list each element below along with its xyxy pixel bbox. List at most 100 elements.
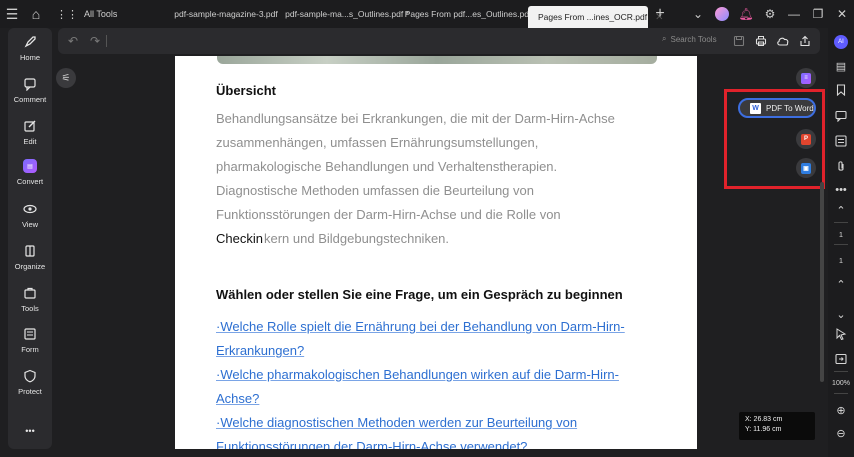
question-link[interactable]: ·Welche pharmakologischen Behandlungen w… [216, 363, 666, 387]
question-link[interactable]: Achse? [216, 387, 666, 411]
paragraph-line: Diagnostische Methoden umfassen die Beur… [216, 183, 534, 198]
ocr-overlay-text[interactable]: Checkin [216, 231, 264, 246]
edit-icon [22, 118, 38, 134]
question-heading: Wählen oder stellen Sie eine Frage, um e… [216, 287, 623, 302]
new-tab-icon[interactable]: + [648, 0, 672, 28]
search-icon: ⌕ [662, 34, 667, 43]
avatar[interactable] [710, 0, 734, 28]
tab-document-1[interactable]: pdf-sample-magazine-3.pdf [166, 3, 286, 25]
divider [834, 222, 848, 223]
chevron-down-icon[interactable]: ⌄ [686, 0, 710, 28]
undo-icon[interactable]: ↶ [62, 28, 84, 54]
convert-icon: ▤ [22, 158, 38, 174]
ai-assistant-fab[interactable]: ≡ [796, 68, 816, 88]
sidebar-more-button[interactable]: ••• [8, 426, 52, 436]
sidebar-item-label: Edit [23, 137, 37, 146]
vertical-scrollbar[interactable] [820, 182, 824, 382]
all-tools-label: All Tools [84, 9, 118, 19]
close-window-icon[interactable]: ✕ [830, 0, 854, 28]
pdf-page: Übersicht Behandlungsansätze bei Erkrank… [175, 56, 697, 449]
hamburger-menu-icon[interactable]: ☰ [0, 0, 24, 28]
bookmark-icon[interactable] [828, 80, 854, 100]
page-up-chevron-icon[interactable]: ⌃ [828, 274, 854, 294]
tab-document-4-active[interactable]: Pages From ...ines_OCR.pdf ✕ [528, 6, 664, 28]
print-icon[interactable] [750, 28, 772, 54]
suggested-questions: ·Welche Rolle spielt die Ernährung bei d… [216, 315, 666, 449]
comments-panel-icon[interactable] [828, 106, 854, 126]
ai-icon[interactable]: AI [828, 32, 854, 52]
sidebar-item-label: Tools [21, 304, 39, 313]
powerpoint-icon: P [801, 133, 811, 145]
total-pages: 1 [838, 256, 844, 265]
sidebar-item-view[interactable]: View [8, 201, 52, 229]
current-page-number[interactable]: 1 [828, 230, 854, 239]
word-icon: W [750, 102, 761, 114]
page-down-chevron-icon[interactable]: ⌄ [828, 304, 854, 324]
coord-x: X: 26.83 cm [745, 416, 783, 423]
select-cursor-icon[interactable] [828, 324, 854, 344]
more-icon: ••• [25, 426, 35, 436]
save-icon[interactable] [728, 28, 750, 54]
settings-gear-icon[interactable]: ⚙ [758, 0, 782, 28]
sidebar-item-comment[interactable]: Comment [8, 76, 52, 104]
thumbnails-icon[interactable]: ▤ [828, 56, 854, 76]
paragraph-line: pharmakologische Behandlungen und Verhal… [216, 159, 558, 174]
redo-icon[interactable]: ↷ [84, 28, 106, 54]
cursor-coordinates: X: 26.83 cm Y: 11.96 cm [739, 412, 815, 440]
attachment-icon[interactable] [828, 156, 854, 176]
sidebar-item-label: Convert [16, 177, 44, 186]
restore-window-icon[interactable]: ❐ [806, 0, 830, 28]
home-icon[interactable]: ⌂ [24, 0, 48, 28]
search-tools-field[interactable]: ⌕ Search Tools [662, 34, 717, 44]
paragraph-line: zusammenhängen, umfassen Ernährungsumste… [216, 135, 539, 150]
zoom-out-icon[interactable]: ⊖ [828, 423, 854, 443]
tab-document-2[interactable]: pdf-sample-ma...s_Outlines.pdf * [285, 3, 409, 25]
chevron-up-icon[interactable]: ⌃ [828, 200, 854, 220]
adjust-filter-icon[interactable]: ⚟ [56, 68, 76, 88]
tab-document-3[interactable]: Pages From pdf...es_Outlines.pdf [405, 3, 532, 25]
notification-bell-icon[interactable]: 🔔︎ [734, 0, 758, 28]
more-options-icon[interactable]: ••• [828, 180, 854, 200]
pdf-to-word-button[interactable]: W PDF To Word [738, 98, 816, 118]
zoom-in-icon[interactable]: ⊕ [828, 400, 854, 420]
grid-icon: ⋮⋮ [56, 8, 78, 21]
minimize-icon[interactable]: — [782, 0, 806, 28]
body-paragraph: Behandlungsansätze bei Erkrankungen, die… [216, 107, 661, 251]
right-panel: AI ▤ ••• ⌃ 1 1 ⌃ ⌄ 100% ⊕ ⊖ [828, 28, 854, 457]
zoom-level[interactable]: 100% [828, 380, 854, 387]
search-tools-label: Search Tools [670, 34, 717, 44]
top-toolbar: ↶ ↷ ⌕ Search Tools [58, 28, 820, 54]
fields-icon[interactable] [828, 131, 854, 151]
question-link[interactable]: Funktionsstörungen der Darm-Hirn-Achse v… [216, 435, 666, 449]
cloud-upload-icon[interactable] [772, 28, 794, 54]
form-icon [22, 326, 38, 342]
pdf-to-word-label: PDF To Word [766, 103, 814, 113]
share-icon[interactable] [794, 28, 816, 54]
coord-y: Y: 11.96 cm [745, 426, 782, 433]
question-link[interactable]: Erkrankungen? [216, 339, 666, 363]
fit-page-icon[interactable] [828, 349, 854, 369]
sidebar-item-label: Home [19, 53, 40, 62]
page-image-strip [217, 56, 657, 64]
sidebar-item-label: Protect [18, 387, 42, 396]
all-tools-button[interactable]: ⋮⋮ All Tools [48, 8, 166, 21]
sidebar-item-organize[interactable]: Organize [8, 243, 52, 271]
pdf-to-powerpoint-button[interactable]: P [796, 129, 816, 149]
sidebar-item-convert[interactable]: ▤ Convert [8, 158, 52, 186]
sidebar-item-tools[interactable]: Tools [8, 285, 52, 313]
organize-icon [22, 243, 38, 259]
paragraph-line: kern und Bildgebungstechniken. [264, 231, 450, 246]
sidebar-item-home[interactable]: Home [8, 34, 52, 62]
sidebar-item-label: Form [21, 345, 39, 354]
paragraph-line: Behandlungsansätze bei Erkrankungen, die… [216, 111, 615, 126]
rocket-icon [22, 34, 38, 50]
left-sidebar: Home Comment Edit ▤ Convert View Organiz… [8, 28, 52, 449]
sidebar-item-edit[interactable]: Edit [8, 118, 52, 146]
pdf-to-image-button[interactable]: ▣ [796, 158, 816, 178]
sidebar-item-protect[interactable]: Protect [8, 368, 52, 396]
question-link[interactable]: ·Welche Rolle spielt die Ernährung bei d… [216, 315, 666, 339]
sidebar-item-label: View [21, 220, 39, 229]
question-link[interactable]: ·Welche diagnostischen Methoden werden z… [216, 411, 666, 435]
sidebar-item-label: Organize [14, 262, 46, 271]
sidebar-item-form[interactable]: Form [8, 326, 52, 354]
